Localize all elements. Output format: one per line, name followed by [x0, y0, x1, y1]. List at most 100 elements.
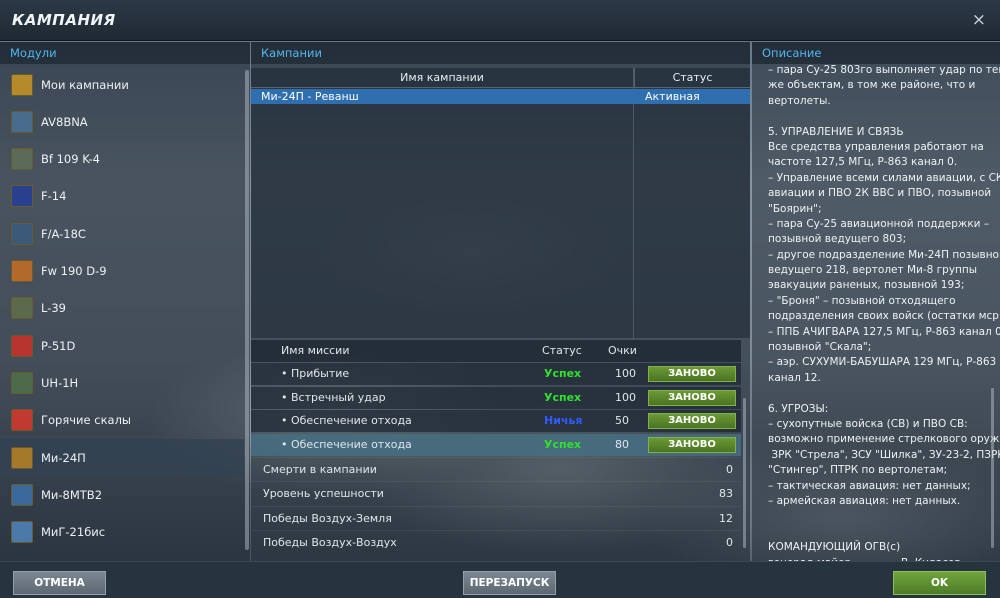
description-line: авиации и ПВО 2К ВВС и ПВО, позывной [768, 187, 992, 200]
module-label: F/A-18C [41, 226, 86, 241]
missions-scrollbar[interactable] [743, 398, 746, 548]
module-label: Мои кампании [41, 77, 129, 92]
description-line: 5. УПРАВЛЕНИЕ И СВЯЗЬ [768, 125, 904, 138]
module-item[interactable]: AV8BNA [0, 103, 244, 140]
description-line [768, 386, 988, 401]
restart-mission-button[interactable]: ЗАНОВО [648, 366, 736, 382]
stat-row: Смерти в кампании 0 [251, 457, 741, 481]
description-line: позывной ведущего 803; [768, 233, 907, 246]
mig21-icon [11, 521, 33, 544]
module-item[interactable]: Ми-8МТВ2 [0, 476, 244, 513]
description-line: канал 12. [768, 371, 821, 384]
mi8-icon [11, 483, 33, 506]
description-line: – другое подразделение Ми-24П позывной [768, 248, 1000, 261]
description-line: – ППБ АЧИГВАРА 127,5 МГц, Р-863 канал 0, [768, 325, 1000, 338]
restart-mission-button[interactable]: ЗАНОВО [648, 436, 736, 453]
mission-points: 50 [615, 414, 629, 427]
description-line: возможно применение стрелкового оружия, [768, 433, 1000, 446]
description-line: – аэр. СУХУМИ-БАБУШАРА 129 МГц, Р-863 [768, 356, 997, 369]
description-line: Все средства управления работают на [768, 140, 984, 153]
description-scrollbar[interactable] [991, 388, 994, 548]
module-label: F-14 [41, 189, 67, 204]
mission-name: • Прибытие [281, 367, 350, 380]
description-line: – Управление всеми силами авиации, с СКП [768, 171, 1000, 184]
title-bar: КАМПАНИЯ × [0, 0, 1000, 41]
module-item[interactable]: Горячие скалы [0, 402, 244, 439]
mission-status-column: Статус [542, 344, 582, 357]
f14-icon [11, 185, 33, 208]
campaign-table-header: Имя кампании Статус [251, 68, 750, 88]
mission-points: 100 [615, 390, 636, 404]
stat-label: Уровень успешности [263, 487, 384, 501]
description-line: "Стингер", ПТРК по вертолетам; [768, 464, 948, 477]
av8bna-icon [11, 110, 33, 133]
description-line: 6. УГРОЗЫ: [768, 402, 829, 415]
module-item[interactable]: МиГ-21бис [0, 514, 244, 551]
description-line [768, 509, 988, 524]
stat-value: 83 [719, 487, 733, 501]
description-line: – пара Су-25 803го выполняет удар по тем [768, 64, 1000, 76]
uh1h-icon [11, 371, 33, 394]
description-header: Описание [752, 42, 1000, 64]
mission-status: Успех [544, 367, 582, 380]
module-item[interactable]: P-51D [0, 327, 244, 364]
close-icon[interactable]: × [972, 10, 986, 30]
module-item[interactable]: F-14 [0, 178, 244, 215]
bf109-icon [11, 148, 33, 171]
restart-mission-button[interactable]: ЗАНОВО [648, 413, 736, 429]
modules-scrollbar[interactable] [245, 70, 249, 550]
fw190-icon [11, 260, 33, 282]
mission-row[interactable]: • Обеспечение отхода Успех 80 ЗАНОВО [251, 433, 741, 456]
module-item[interactable]: F/A-18C [0, 215, 244, 252]
module-item[interactable]: L-39 [0, 290, 244, 327]
mission-row[interactable]: • Встречный удар Успех 100 ЗАНОВО [251, 386, 741, 409]
module-item[interactable]: UH-1H [0, 364, 244, 401]
mission-points: 80 [615, 437, 629, 451]
stat-label: Победы Воздух-Воздух [263, 535, 397, 549]
mission-status: Успех [544, 437, 582, 451]
modules-header: Модули [0, 42, 250, 64]
stat-row: Уровень успешности 83 [251, 481, 741, 505]
stat-value: 0 [726, 463, 733, 476]
mi24p-icon [11, 446, 33, 469]
module-item[interactable]: Ми-24П [0, 439, 244, 476]
module-label: UH-1H [41, 375, 79, 390]
description-line: ЗРК "Стрела", ЗСУ "Шилка", ЗУ-23-2, ПЗРК [768, 448, 1000, 461]
mission-row[interactable]: • Прибытие Успех 100 ЗАНОВО [251, 363, 741, 385]
module-item[interactable]: Мои кампании [0, 66, 244, 103]
campaign-name-column[interactable]: Имя кампании [251, 71, 633, 84]
mission-points-column: Очки [608, 344, 637, 357]
description-line [768, 109, 988, 124]
description-line [768, 525, 988, 540]
description-line: – пара Су-25 авиационной поддержки – [768, 217, 990, 230]
description-line: эвакуации раненых, позывной 193; [768, 279, 965, 292]
module-label: Горячие скалы [41, 413, 132, 428]
campaign-row[interactable]: Ми-24П - Реванш Активная [251, 89, 750, 104]
description-line: – сухопутные войска (СВ) и ПВО СВ: [768, 417, 968, 430]
mission-status: Успех [544, 390, 582, 404]
description-line: ведущего 218, вертолет Ми-8 группы [768, 264, 978, 277]
mission-row[interactable]: • Обеспечение отхода Ничья 50 ЗАНОВО [251, 410, 741, 432]
p51d-icon [11, 334, 33, 357]
mission-name: • Обеспечение отхода [281, 437, 412, 451]
mission-name-column: Имя миссии [281, 344, 350, 357]
campaign-status-column[interactable]: Статус [634, 68, 750, 88]
description-line: – "Броня" – позывной отходящего [768, 294, 956, 307]
restart-mission-button[interactable]: ЗАНОВО [648, 389, 736, 406]
description-line: же объектам, в том же районе, что и [768, 79, 976, 92]
description-text: – пара Су-25 803го выполняет удар по тем… [768, 63, 1000, 572]
stat-row: Победы Воздух-Земля 12 [251, 505, 741, 530]
window-title: КАМПАНИЯ [12, 11, 116, 29]
module-item[interactable]: Fw 190 D-9 [0, 253, 244, 290]
stat-value: 12 [719, 511, 733, 525]
stat-label: Победы Воздух-Земля [263, 511, 392, 525]
cancel-button[interactable]: ОТМЕНА [13, 571, 106, 595]
campaign-list [251, 88, 750, 338]
module-label: Bf 109 K-4 [41, 152, 100, 167]
my-campaigns-icon [11, 73, 33, 96]
ok-button[interactable]: OK [893, 571, 986, 595]
module-item[interactable]: Bf 109 K-4 [0, 141, 244, 178]
module-label: L-39 [41, 301, 66, 316]
restart-button[interactable]: ПЕРЕЗАПУСК [463, 571, 556, 595]
column-divider [633, 68, 634, 340]
